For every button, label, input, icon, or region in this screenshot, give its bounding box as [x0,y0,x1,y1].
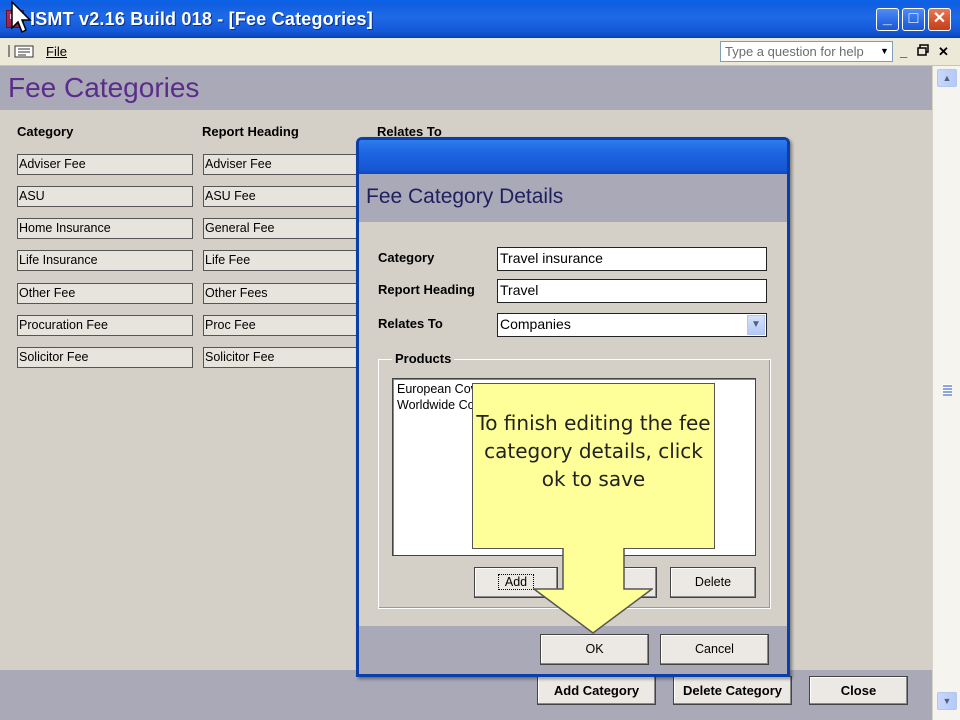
close-form-button[interactable]: Close [809,676,908,705]
form-footer [0,670,932,720]
report-heading-field[interactable]: ASU Fee [203,186,379,207]
report-heading-field[interactable]: Life Fee [203,250,379,271]
help-dropdown-icon[interactable]: ▼ [877,42,892,61]
delete-category-button[interactable]: Delete Category [673,676,792,705]
column-header-category: Category [17,124,74,139]
vertical-scrollbar[interactable]: ▲ ▼ [932,66,960,720]
category-field[interactable]: Adviser Fee [17,154,193,175]
minimize-button[interactable]: _ [876,8,899,31]
page-title: Fee Categories [8,72,200,103]
maximize-button[interactable]: □ [902,8,925,31]
window-title: ISMT v2.16 Build 018 - [Fee Categories] [30,9,373,29]
report-heading-input[interactable]: Travel [497,279,767,303]
category-field[interactable]: Life Insurance [17,250,193,271]
mdi-minimize-button[interactable]: _ [900,44,907,59]
tutorial-callout: To finish editing the fee category detai… [472,383,715,549]
category-field[interactable]: Other Fee [17,283,193,304]
category-label: Category [378,250,435,265]
scroll-grip[interactable] [943,384,952,396]
relates-to-label: Relates To [378,316,443,331]
menu-file-label: File [46,44,67,59]
menu-bar: File Type a question for help ▼ _ ✕ [0,38,960,66]
menu-file[interactable]: File [46,44,67,59]
report-heading-label: Report Heading [378,282,475,297]
report-heading-field[interactable]: Other Fees [203,283,379,304]
callout-arrow-icon [531,547,655,638]
delete-product-button[interactable]: Delete [670,567,756,598]
form-icon[interactable] [8,44,36,58]
cancel-button[interactable]: Cancel [660,634,769,665]
category-field[interactable]: Procuration Fee [17,315,193,336]
mouse-cursor-icon [4,0,34,39]
mdi-restore-button[interactable] [917,44,929,59]
relates-to-value: Companies [500,316,571,332]
products-label: Products [392,351,455,366]
scroll-up-icon[interactable]: ▲ [937,69,957,87]
report-heading-field[interactable]: Solicitor Fee [203,347,379,368]
report-heading-field[interactable]: Adviser Fee [203,154,379,175]
help-search-input[interactable]: Type a question for help [720,41,893,62]
category-input[interactable]: Travel insurance [497,247,767,271]
category-field[interactable]: Solicitor Fee [17,347,193,368]
category-field[interactable]: Home Insurance [17,218,193,239]
relates-to-select[interactable]: Companies ▼ [497,313,767,337]
mdi-close-button[interactable]: ✕ [938,44,949,60]
chevron-down-icon[interactable]: ▼ [747,315,765,335]
scroll-down-icon[interactable]: ▼ [937,692,957,710]
title-bar: ISMT v2.16 Build 018 - [Fee Categories] … [0,0,960,38]
ok-button[interactable]: OK [540,634,649,665]
close-button[interactable]: ✕ [928,8,951,31]
add-category-button[interactable]: Add Category [537,676,656,705]
column-header-report-heading: Report Heading [202,124,299,139]
add-product-label: Add [497,574,535,590]
dialog-title-bar[interactable] [359,140,787,174]
category-field[interactable]: ASU [17,186,193,207]
report-heading-field[interactable]: Proc Fee [203,315,379,336]
dialog-title: Fee Category Details [366,185,564,208]
report-heading-field[interactable]: General Fee [203,218,379,239]
